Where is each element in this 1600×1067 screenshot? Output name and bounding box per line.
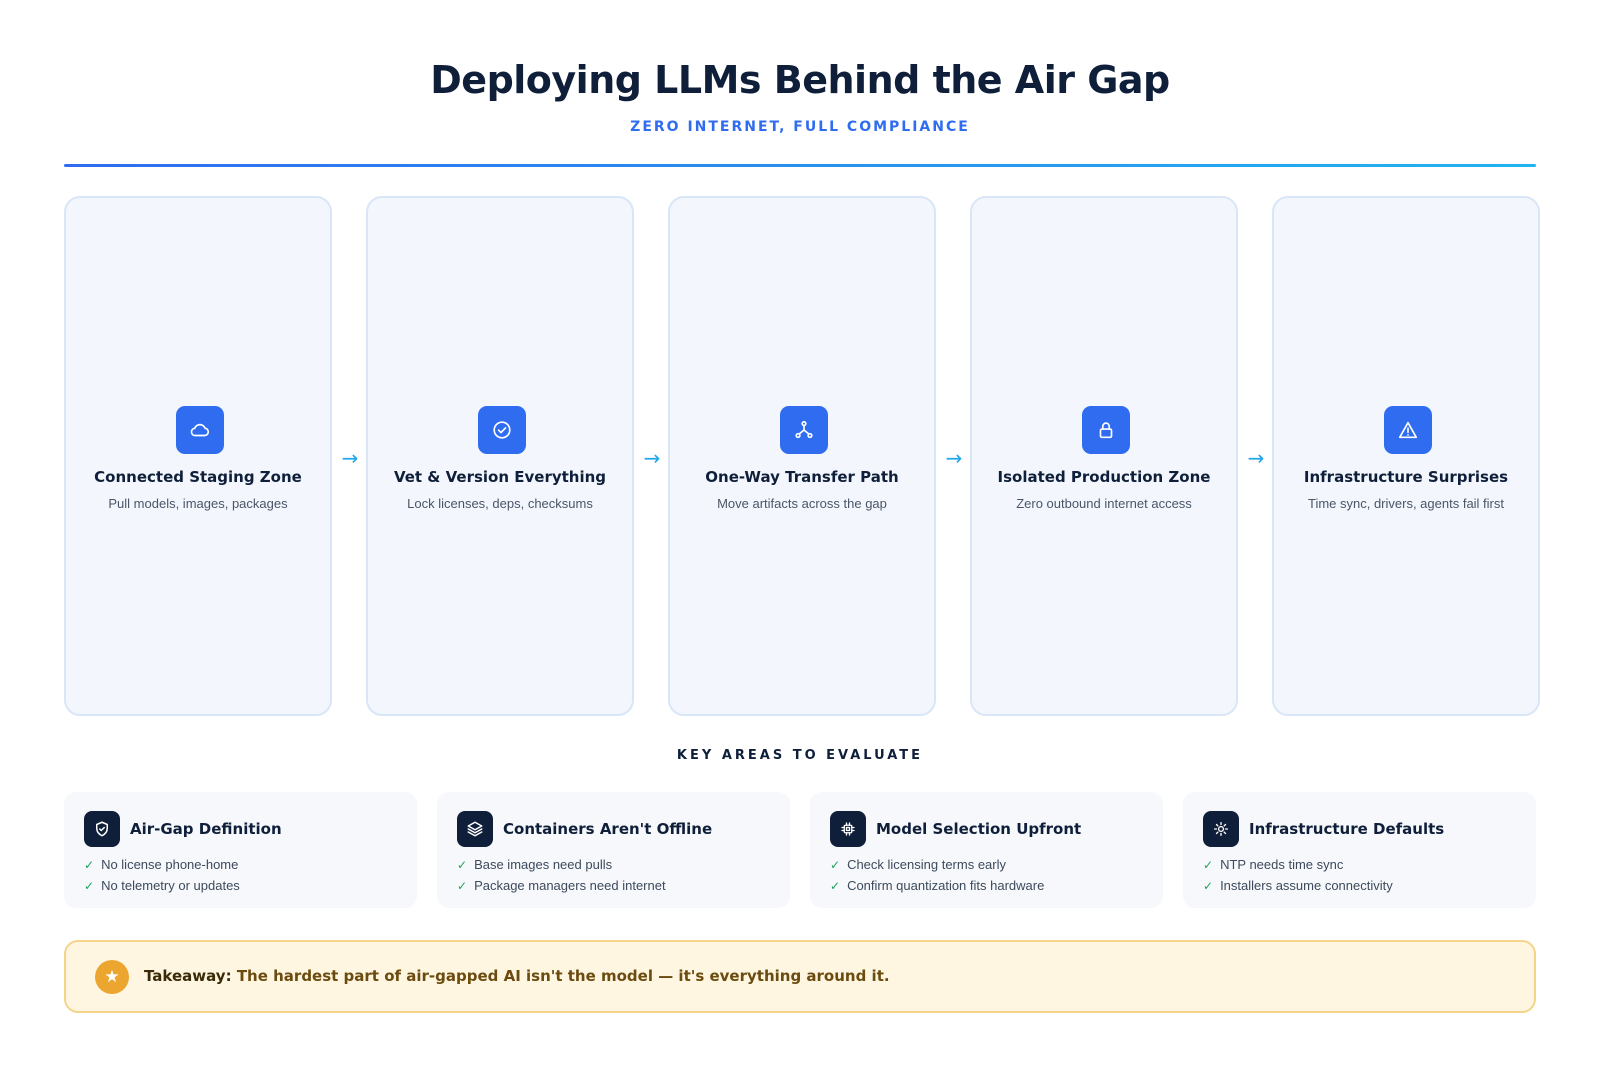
area-points: ✓ NTP needs time sync ✓ Installers assume … — [1203, 854, 1393, 896]
list-item: ✓ Confirm quantization fits hardware — [830, 878, 1045, 893]
list-item: ✓ Package managers need internet — [457, 878, 666, 893]
share-nodes-icon — [780, 406, 828, 454]
header-divider — [64, 164, 1536, 167]
list-item: ✓ No license phone-home — [84, 857, 239, 872]
takeaway-text: Takeaway: The hardest part of air-gapped… — [144, 967, 890, 985]
page-subtitle: ZERO INTERNET, FULL COMPLIANCE — [630, 119, 970, 135]
check-icon: ✓ — [84, 858, 95, 872]
check-icon: ✓ — [1203, 879, 1214, 893]
check-icon: ✓ — [457, 879, 468, 893]
stage-title: Infrastructure Surprises — [1303, 468, 1509, 486]
area-title: Containers Aren't Offline — [503, 820, 713, 838]
list-item: ✓ Check licensing terms early — [830, 857, 1007, 872]
chip-icon — [830, 811, 866, 847]
stage-description: Lock licenses, deps, checksums — [407, 496, 593, 511]
takeaway-label: Takeaway: — [144, 967, 232, 985]
warning-triangle-icon — [1384, 406, 1432, 454]
area-card-infra-defaults: Infrastructure Defaults ✓ NTP needs time … — [1183, 792, 1536, 908]
takeaway-banner: ★ Takeaway: The hardest part of air-gapp… — [64, 940, 1536, 1013]
flow-arrow: → — [945, 446, 963, 470]
area-title: Model Selection Upfront — [876, 820, 1082, 838]
list-item: ✓ Installers assume connectivity — [1203, 878, 1393, 893]
sun-gear-icon — [1203, 811, 1239, 847]
flow-arrow: → — [643, 446, 661, 470]
list-item: ✓ No telemetry or updates — [84, 878, 240, 893]
check-icon: ✓ — [84, 879, 95, 893]
check-icon: ✓ — [830, 858, 841, 872]
key-areas-heading: KEY AREAS TO EVALUATE — [676, 748, 924, 763]
shield-check-icon — [84, 811, 120, 847]
layers-icon — [457, 811, 493, 847]
star-icon: ★ — [95, 960, 129, 994]
stage-card-staging: Connected Staging Zone Pull models, imag… — [64, 196, 332, 716]
area-points: ✓ Base images need pulls ✓ Package manager… — [457, 854, 666, 896]
flow-arrow: → — [341, 446, 359, 470]
stage-card-vet: Vet & Version Everything Lock licenses, … — [366, 196, 634, 716]
area-points: ✓ No license phone-home ✓ No telemetry or … — [84, 854, 240, 896]
list-item: ✓ NTP needs time sync — [1203, 857, 1344, 872]
stage-card-surprises: Infrastructure Surprises Time sync, driv… — [1272, 196, 1540, 716]
area-points: ✓ Check licensing terms early ✓ Confirm qu… — [830, 854, 1044, 896]
stage-description: Time sync, drivers, agents fail first — [1307, 496, 1504, 511]
area-card-airgap: Air-Gap Definition ✓ No license phone-hom… — [64, 792, 417, 908]
area-title: Air-Gap Definition — [130, 820, 282, 838]
stage-card-transfer: One-Way Transfer Path Move artifacts acr… — [668, 196, 936, 716]
list-item: ✓ Base images need pulls — [457, 857, 613, 872]
stage-title: One-Way Transfer Path — [705, 468, 899, 486]
page-title: Deploying LLMs Behind the Air Gap — [430, 58, 1170, 102]
stage-card-production: Isolated Production Zone Zero outbound i… — [970, 196, 1238, 716]
check-icon: ✓ — [830, 879, 841, 893]
flow-arrow: → — [1247, 446, 1265, 470]
stage-description: Move artifacts across the gap — [717, 496, 887, 511]
area-card-containers: Containers Aren't Offline ✓ Base images n… — [437, 792, 790, 908]
check-circle-icon — [478, 406, 526, 454]
stage-description: Zero outbound internet access — [1016, 496, 1192, 511]
check-icon: ✓ — [1203, 858, 1214, 872]
takeaway-message: The hardest part of air-gapped AI isn't … — [231, 967, 890, 985]
area-title: Infrastructure Defaults — [1249, 820, 1445, 838]
cloud-icon — [176, 406, 224, 454]
stage-title: Connected Staging Zone — [94, 468, 302, 486]
stage-title: Isolated Production Zone — [997, 468, 1211, 486]
area-card-model-selection: Model Selection Upfront ✓ Check licensing… — [810, 792, 1163, 908]
stage-title: Vet & Version Everything — [393, 468, 607, 486]
stage-description: Pull models, images, packages — [108, 496, 288, 511]
check-icon: ✓ — [457, 858, 468, 872]
lock-icon — [1082, 406, 1130, 454]
